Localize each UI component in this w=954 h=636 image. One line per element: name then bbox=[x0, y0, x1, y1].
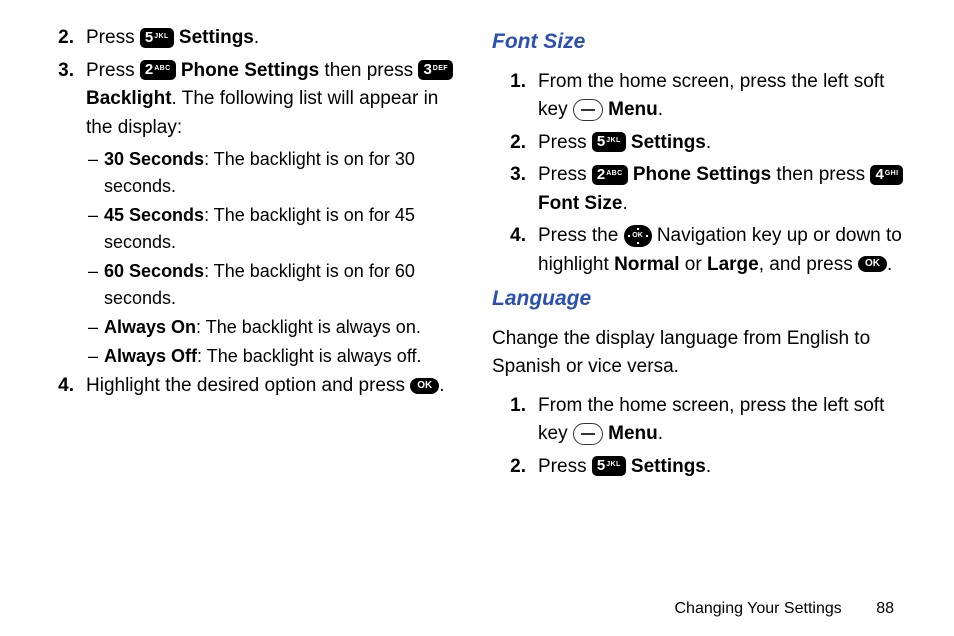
lg-step-2: 2. Press 5JKL Settings. bbox=[492, 453, 914, 482]
lg-step-1: 1. From the home screen, press the left … bbox=[492, 392, 914, 449]
settings-label: Settings bbox=[626, 456, 706, 477]
dot: . bbox=[658, 99, 663, 120]
ok-key-icon: OK bbox=[858, 256, 887, 272]
page-number: 88 bbox=[876, 600, 894, 617]
text: then press bbox=[771, 164, 870, 185]
text: Highlight the desired option and press bbox=[86, 375, 410, 396]
step-body: Press 2ABC Phone Settings then press 4GH… bbox=[538, 161, 914, 218]
normal-label: Normal bbox=[614, 254, 679, 275]
dot: . bbox=[622, 193, 627, 214]
step-body: Press 5JKL Settings. bbox=[538, 129, 914, 158]
fs-step-4: 4. Press the Navigation key up or down t… bbox=[492, 222, 914, 279]
dot: . bbox=[706, 456, 711, 477]
step-number: 2. bbox=[492, 129, 538, 158]
sub-item: – Always On: The backlight is always on. bbox=[88, 314, 462, 341]
left-column: 2. Press 5JKL Settings. 3. Press 2ABC Ph… bbox=[40, 24, 462, 570]
page-content: 2. Press 5JKL Settings. 3. Press 2ABC Ph… bbox=[0, 0, 954, 580]
option-label: 60 Seconds bbox=[104, 261, 204, 281]
step-body: Press 5JKL Settings. bbox=[538, 453, 914, 482]
key-2-icon: 2ABC bbox=[592, 165, 628, 185]
soft-key-icon bbox=[573, 99, 603, 121]
dash: – bbox=[88, 146, 104, 200]
soft-key-icon bbox=[573, 423, 603, 445]
sub-item: – 60 Seconds: The backlight is on for 60… bbox=[88, 258, 462, 312]
fs-step-3: 3. Press 2ABC Phone Settings then press … bbox=[492, 161, 914, 218]
language-intro: Change the display language from English… bbox=[492, 325, 914, 382]
menu-label: Menu bbox=[603, 99, 658, 120]
dash: – bbox=[88, 202, 104, 256]
key-5-icon: 5JKL bbox=[592, 456, 626, 476]
dot: . bbox=[254, 27, 259, 48]
step-body: From the home screen, press the left sof… bbox=[538, 68, 914, 125]
step-body: Press 2ABC Phone Settings then press 3DE… bbox=[86, 57, 462, 143]
step-body: Highlight the desired option and press O… bbox=[86, 372, 462, 401]
font-size-label: Font Size bbox=[538, 193, 622, 214]
step-body: Press the Navigation key up or down to h… bbox=[538, 222, 914, 279]
dot: . bbox=[658, 423, 663, 444]
option-desc: : The backlight is always off. bbox=[197, 346, 421, 366]
text: Press the bbox=[538, 225, 624, 246]
step-4: 4. Highlight the desired option and pres… bbox=[40, 372, 462, 401]
dot: . bbox=[706, 132, 711, 153]
step-number: 2. bbox=[40, 24, 86, 53]
step-number: 3. bbox=[492, 161, 538, 218]
sub-item: – 45 Seconds: The backlight is on for 45… bbox=[88, 202, 462, 256]
option-desc: : The backlight is always on. bbox=[196, 317, 421, 337]
step-number: 1. bbox=[492, 68, 538, 125]
step-number: 4. bbox=[40, 372, 86, 401]
phone-settings-label: Phone Settings bbox=[176, 60, 320, 81]
key-5-icon: 5JKL bbox=[140, 28, 174, 48]
dash: – bbox=[88, 258, 104, 312]
right-column: Font Size 1. From the home screen, press… bbox=[492, 24, 914, 570]
text: Press bbox=[538, 164, 592, 185]
key-3-icon: 3DEF bbox=[418, 60, 453, 80]
large-label: Large bbox=[707, 254, 759, 275]
dot: . bbox=[439, 375, 444, 396]
phone-settings-label: Phone Settings bbox=[628, 164, 772, 185]
nav-key-icon bbox=[624, 225, 652, 247]
step-body: Press 5JKL Settings. bbox=[86, 24, 462, 53]
text: Press bbox=[538, 132, 592, 153]
step-body: From the home screen, press the left sof… bbox=[538, 392, 914, 449]
heading-language: Language bbox=[492, 283, 914, 315]
option-label: 30 Seconds bbox=[104, 149, 204, 169]
text: , and press bbox=[759, 254, 858, 275]
step-number: 4. bbox=[492, 222, 538, 279]
text: then press bbox=[319, 60, 418, 81]
key-2-icon: 2ABC bbox=[140, 60, 176, 80]
step-number: 3. bbox=[40, 57, 86, 143]
menu-label: Menu bbox=[603, 423, 658, 444]
option-label: 45 Seconds bbox=[104, 205, 204, 225]
option-label: Always On bbox=[104, 317, 196, 337]
key-5-icon: 5JKL bbox=[592, 132, 626, 152]
step-number: 1. bbox=[492, 392, 538, 449]
fs-step-1: 1. From the home screen, press the left … bbox=[492, 68, 914, 125]
sub-item: – 30 Seconds: The backlight is on for 30… bbox=[88, 146, 462, 200]
step-3: 3. Press 2ABC Phone Settings then press … bbox=[40, 57, 462, 143]
page-footer: Changing Your Settings 88 bbox=[675, 600, 895, 618]
fs-step-2: 2. Press 5JKL Settings. bbox=[492, 129, 914, 158]
text: Press bbox=[538, 456, 592, 477]
settings-label: Settings bbox=[626, 132, 706, 153]
sub-item: – Always Off: The backlight is always of… bbox=[88, 343, 462, 370]
key-4-icon: 4GHI bbox=[870, 165, 903, 185]
text: Press bbox=[86, 60, 140, 81]
step-2: 2. Press 5JKL Settings. bbox=[40, 24, 462, 53]
settings-label: Settings bbox=[174, 27, 254, 48]
ok-key-icon: OK bbox=[410, 378, 439, 394]
dash: – bbox=[88, 314, 104, 341]
footer-title: Changing Your Settings bbox=[675, 600, 842, 617]
option-label: Always Off bbox=[104, 346, 197, 366]
backlight-label: Backlight bbox=[86, 88, 172, 109]
dash: – bbox=[88, 343, 104, 370]
dot: . bbox=[887, 254, 892, 275]
heading-font-size: Font Size bbox=[492, 26, 914, 58]
text: or bbox=[680, 254, 707, 275]
text: Press bbox=[86, 27, 140, 48]
step-number: 2. bbox=[492, 453, 538, 482]
